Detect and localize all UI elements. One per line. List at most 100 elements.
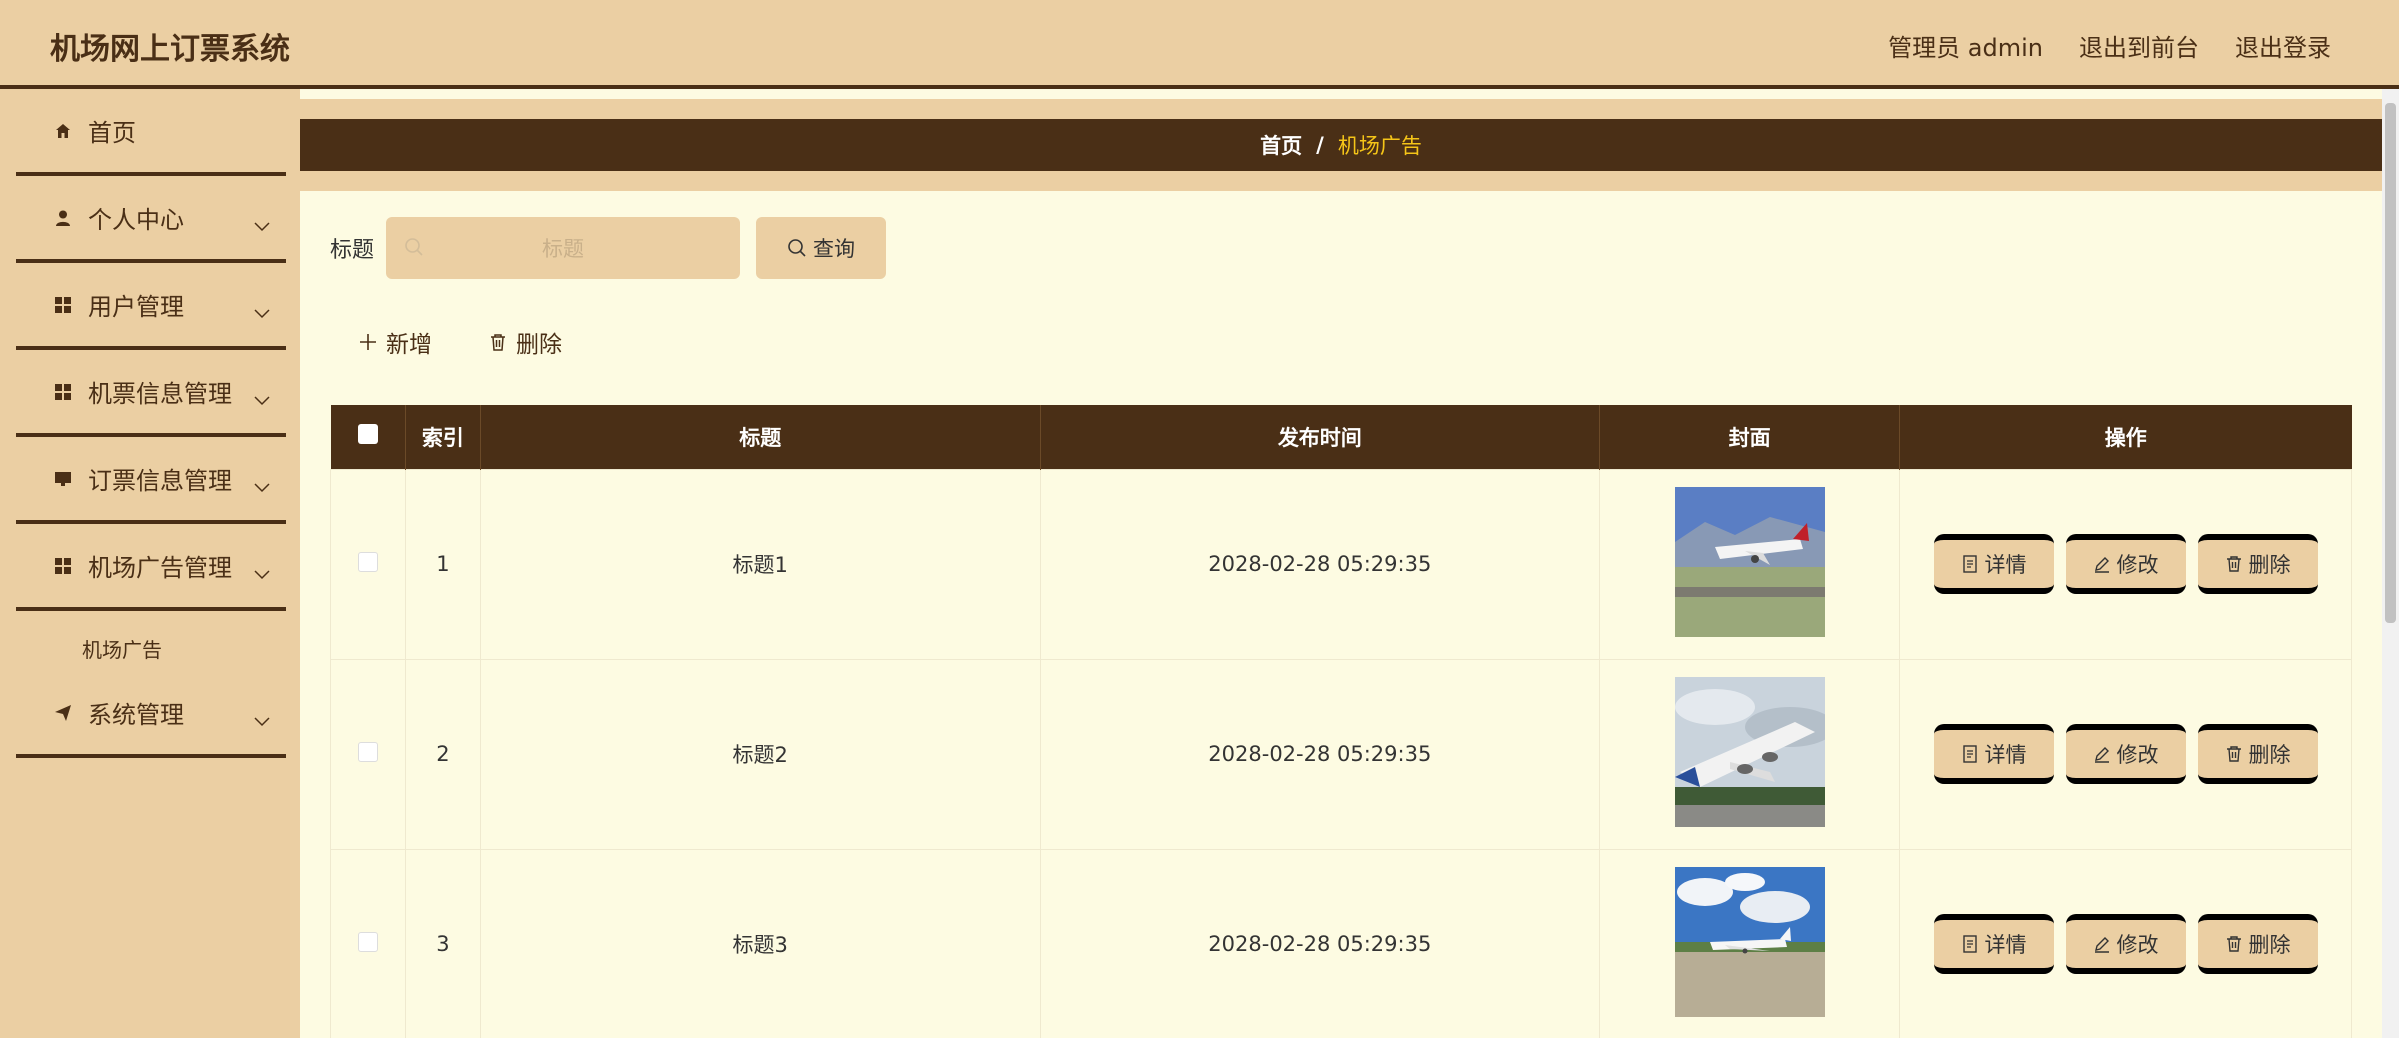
search-label: 标题 <box>330 238 375 263</box>
sidebar-item-ticket-info[interactable]: 机票信息管理 <box>16 350 286 437</box>
delete-button[interactable]: 删除 <box>2197 914 2318 974</box>
sidebar-item-system-management[interactable]: 系统管理 <box>16 671 286 758</box>
row-actions-cell: 详情 修改 删除 <box>1899 848 2352 1038</box>
breadcrumb-home[interactable]: 首页 <box>1260 130 1302 160</box>
search-icon <box>404 237 424 262</box>
app-title: 机场网上订票系统 <box>50 32 290 67</box>
header-title: 标题 <box>480 405 1041 469</box>
search-input[interactable]: 标题 <box>386 217 741 279</box>
sidebar-item-booking-info[interactable]: 订票信息管理 <box>16 437 286 524</box>
header-cover: 封面 <box>1599 405 1901 469</box>
search-placeholder: 标题 <box>542 237 585 261</box>
top-links: 管理员 admin 退出到前台 退出登录 <box>1888 28 2331 63</box>
row-actions-cell: 详情 修改 删除 <box>1899 468 2352 660</box>
grid-icon <box>52 381 74 403</box>
grid-icon <box>52 555 74 577</box>
chevron-down-icon <box>254 384 270 412</box>
top-header: 机场网上订票系统 管理员 admin 退出到前台 退出登录 <box>0 0 2399 89</box>
detail-button[interactable]: 详情 <box>1933 534 2054 594</box>
row-cover-cell <box>1599 468 1901 660</box>
document-icon <box>1962 935 1977 953</box>
header-publish-time: 发布时间 <box>1040 405 1601 469</box>
page-scrollbar[interactable] <box>2382 89 2399 1038</box>
row-cover-cell <box>1599 848 1901 1038</box>
row-publish-time: 2028-02-28 05:29:35 <box>1039 468 1601 660</box>
row-actions-cell: 详情 修改 删除 <box>1899 658 2352 850</box>
cover-image[interactable] <box>1674 486 1825 637</box>
batch-delete-button[interactable]: 删除 <box>488 325 562 359</box>
trash-icon <box>2226 746 2241 762</box>
search-row: 标题 标题 查询 <box>330 217 887 279</box>
sidebar: 首页 个人中心 用户管理 机票信息管理 订票信息管理 机场广告管理 机场广告 系… <box>0 89 300 1038</box>
row-checkbox[interactable] <box>357 931 378 952</box>
admin-user-label[interactable]: 管理员 admin <box>1888 28 2043 63</box>
query-button-label: 查询 <box>813 237 856 261</box>
grid-icon <box>52 294 74 316</box>
chevron-down-icon <box>254 210 270 238</box>
delete-button[interactable]: 删除 <box>2197 724 2318 784</box>
cover-image[interactable] <box>1674 866 1825 1017</box>
row-title: 标题3 <box>479 848 1041 1038</box>
row-publish-time: 2028-02-28 05:29:35 <box>1039 658 1601 850</box>
add-button[interactable]: 新增 <box>358 325 432 359</box>
row-select-cell <box>330 658 406 850</box>
chevron-down-icon <box>254 297 270 325</box>
sidebar-item-user-management[interactable]: 用户管理 <box>16 263 286 350</box>
row-checkbox[interactable] <box>357 741 378 762</box>
row-select-cell <box>330 848 406 1038</box>
pencil-icon <box>2094 747 2109 763</box>
sidebar-item-label: 订票信息管理 <box>88 467 232 495</box>
row-index: 1 <box>404 468 481 660</box>
detail-button[interactable]: 详情 <box>1933 914 2054 974</box>
send-icon <box>52 702 74 724</box>
sidebar-item-personal-center[interactable]: 个人中心 <box>16 176 286 263</box>
sidebar-item-label: 首页 <box>88 119 136 147</box>
scrollbar-thumb[interactable] <box>2385 103 2396 623</box>
breadcrumb-current: 机场广告 <box>1337 134 1422 158</box>
detail-button-label: 详情 <box>1984 933 2027 957</box>
sidebar-item-label: 系统管理 <box>88 701 184 729</box>
sidebar-item-home[interactable]: 首页 <box>16 89 286 176</box>
select-all-checkbox[interactable] <box>357 424 378 445</box>
breadcrumb-bar: 首页 / 机场广告 <box>300 99 2382 191</box>
edit-button-label: 修改 <box>2116 553 2159 577</box>
row-title: 标题2 <box>479 658 1041 850</box>
trash-icon <box>2226 556 2241 572</box>
sidebar-item-label: 机票信息管理 <box>88 380 232 408</box>
sidebar-item-label: 机场广告管理 <box>88 554 232 582</box>
edit-button-label: 修改 <box>2116 933 2159 957</box>
row-checkbox[interactable] <box>357 551 378 572</box>
header-index: 索引 <box>405 405 481 469</box>
row-index: 3 <box>404 848 481 1038</box>
add-button-label: 新增 <box>386 332 432 358</box>
exit-to-front-link[interactable]: 退出到前台 <box>2079 28 2199 63</box>
edit-button[interactable]: 修改 <box>2065 724 2186 784</box>
edit-button[interactable]: 修改 <box>2065 534 2186 594</box>
logout-link[interactable]: 退出登录 <box>2235 28 2331 63</box>
plus-icon <box>360 334 376 350</box>
table-header-row: 索引 标题 发布时间 封面 操作 <box>330 405 2352 469</box>
header-actions: 操作 <box>1899 405 2352 469</box>
ads-table: 索引 标题 发布时间 封面 操作 1 标题1 2028-02-28 05:29:… <box>330 405 2352 1038</box>
home-icon <box>52 120 74 142</box>
table-row: 1 标题1 2028-02-28 05:29:35 详情 修改 删除 <box>330 468 2352 660</box>
edit-button-label: 修改 <box>2116 743 2159 767</box>
pencil-icon <box>2094 557 2109 573</box>
delete-button[interactable]: 删除 <box>2197 534 2318 594</box>
row-cover-cell <box>1599 658 1901 850</box>
action-row: 新增 删除 <box>358 325 562 359</box>
cover-image[interactable] <box>1674 676 1825 827</box>
delete-button-label: 删除 <box>2248 933 2291 957</box>
trash-icon <box>2226 936 2241 952</box>
batch-delete-button-label: 删除 <box>516 332 562 358</box>
sidebar-item-airport-ads[interactable]: 机场广告管理 <box>16 524 286 611</box>
row-index: 2 <box>404 658 481 850</box>
header-select-all[interactable] <box>330 405 406 469</box>
query-button[interactable]: 查询 <box>756 217 887 279</box>
table-row: 3 标题3 2028-02-28 05:29:35 详情 修改 删除 <box>330 848 2352 1038</box>
chevron-down-icon <box>254 471 270 499</box>
detail-button[interactable]: 详情 <box>1933 724 2054 784</box>
monitor-icon <box>52 468 74 490</box>
edit-button[interactable]: 修改 <box>2065 914 2186 974</box>
search-icon <box>788 239 806 257</box>
